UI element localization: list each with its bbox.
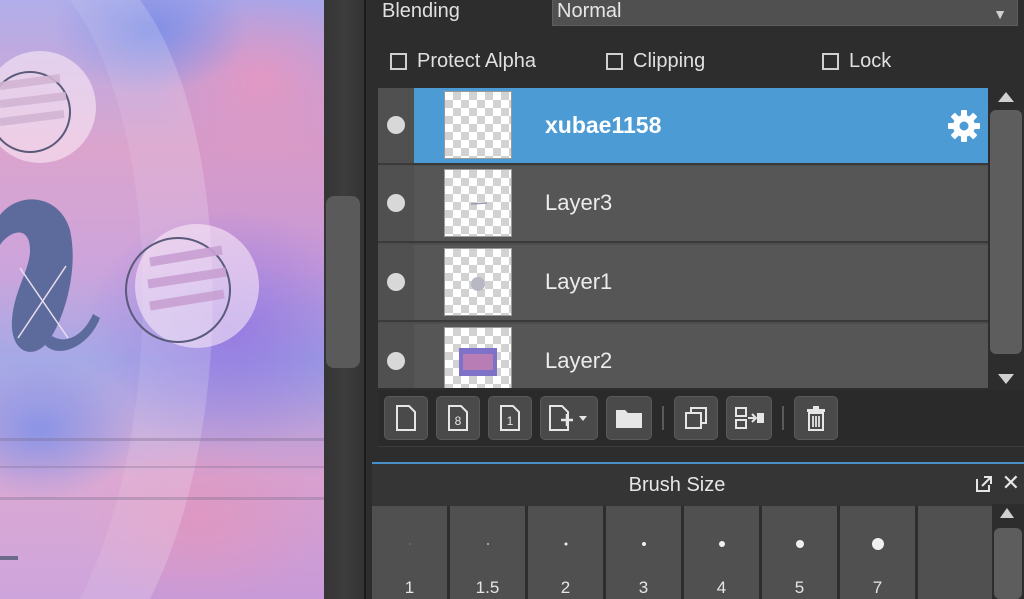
brush-size-title: Brush Size xyxy=(628,474,726,496)
protect-alpha-label: Protect Alpha xyxy=(417,49,536,72)
layer-list-scrollbar[interactable] xyxy=(988,88,1024,388)
brush-size-label: 1 xyxy=(404,578,415,597)
brush-size-label: 4 xyxy=(716,578,727,597)
dropdown-arrow-icon: ▼ xyxy=(993,6,1007,22)
drawing-canvas[interactable] xyxy=(0,0,324,599)
scrollbar-thumb[interactable] xyxy=(990,110,1022,354)
brush-dot xyxy=(564,542,567,546)
visibility-toggle[interactable] xyxy=(378,88,414,163)
blending-label: Blending xyxy=(382,0,460,22)
checkbox-box[interactable] xyxy=(606,52,623,70)
new-folder-button[interactable] xyxy=(606,396,652,440)
blending-mode-value: Normal xyxy=(557,0,622,22)
layer-name: Layer2 xyxy=(545,348,613,373)
new-folder-icon xyxy=(616,410,642,428)
canvas-scrollbar-thumb[interactable] xyxy=(326,196,360,368)
popout-icon[interactable] xyxy=(974,474,994,494)
toolbar-separator xyxy=(662,406,664,430)
layer-toolbar: 8 1 xyxy=(378,390,1024,447)
brush-dot xyxy=(486,543,489,545)
layer-row-layer3[interactable]: Layer3 xyxy=(378,166,988,243)
brush-size-label: 5 xyxy=(794,578,805,597)
brush-dot xyxy=(718,541,725,547)
layer-row-xubae1158[interactable]: xubae1158 xyxy=(378,88,988,165)
thumbnail-image xyxy=(459,348,497,376)
thumbnail-stroke xyxy=(470,202,488,205)
visibility-dot-icon[interactable] xyxy=(387,194,405,212)
visibility-dot-icon[interactable] xyxy=(387,352,405,370)
brush-size-cell[interactable]: 5 xyxy=(762,506,837,599)
clipping-checkbox[interactable]: Clipping xyxy=(606,49,705,73)
brush-grid-scrollbar[interactable] xyxy=(992,504,1024,599)
layer-panel: Blending Normal ▼ Protect Alpha Clipping… xyxy=(366,0,1024,599)
new-layer-icon xyxy=(396,405,416,431)
brush-size-grid: 1 1.5 2 3 4 5 7 xyxy=(372,506,993,599)
delete-layer-button[interactable] xyxy=(794,396,838,440)
new-8bit-layer-icon: 8 xyxy=(448,405,468,431)
thumbnail-dot xyxy=(471,277,485,291)
brush-size-cell[interactable]: 7 xyxy=(840,506,915,599)
brush-size-cell[interactable]: 4 xyxy=(684,506,759,599)
layer-name: xubae1158 xyxy=(545,112,662,138)
brush-dot xyxy=(795,540,804,548)
layer-list: xubae1158 Layer3 Layer1 Layer2 xyxy=(378,88,988,388)
merge-down-icon xyxy=(735,407,764,429)
scrollbar-thumb[interactable] xyxy=(994,528,1022,599)
visibility-toggle[interactable] xyxy=(378,245,414,320)
svg-text:1: 1 xyxy=(507,414,514,428)
layer-thumbnail xyxy=(444,169,512,237)
brush-size-cell[interactable]: 3 xyxy=(606,506,681,599)
merge-down-button[interactable] xyxy=(726,396,772,440)
visibility-dot-icon[interactable] xyxy=(387,273,405,291)
layer-thumbnail xyxy=(444,327,512,388)
layer-row-layer1[interactable]: Layer1 xyxy=(378,245,988,322)
trash-icon xyxy=(807,406,825,431)
brush-size-cell[interactable]: 1.5 xyxy=(450,506,525,599)
new-1bit-layer-button[interactable]: 1 xyxy=(488,396,532,440)
layer-name: Layer1 xyxy=(545,269,613,294)
new-layer-button[interactable] xyxy=(384,396,428,440)
clipping-label: Clipping xyxy=(633,49,706,72)
svg-text:8: 8 xyxy=(455,414,462,428)
lock-label: Lock xyxy=(849,49,892,72)
layer-row-layer2[interactable]: Layer2 xyxy=(378,324,988,388)
brush-dot xyxy=(871,538,884,550)
gear-icon[interactable] xyxy=(946,108,982,144)
canvas-artwork xyxy=(0,0,324,599)
add-layer-menu-icon xyxy=(549,405,587,431)
brush-size-label: 1.5 xyxy=(475,578,500,597)
new-8bit-layer-button[interactable]: 8 xyxy=(436,396,480,440)
close-icon[interactable]: ✕ xyxy=(1002,470,1020,496)
brush-dot xyxy=(409,543,410,545)
scroll-down-arrow-icon[interactable] xyxy=(998,374,1014,384)
scroll-up-arrow-icon[interactable] xyxy=(1000,508,1014,518)
checkbox-box[interactable] xyxy=(822,52,839,70)
visibility-toggle[interactable] xyxy=(378,324,414,388)
brush-size-panel-header: Brush Size ✕ xyxy=(372,462,1024,506)
brush-size-label: 3 xyxy=(638,578,649,597)
brush-size-cell[interactable]: 2 xyxy=(528,506,603,599)
blending-mode-select[interactable]: Normal ▼ xyxy=(552,0,1018,26)
checkbox-box[interactable] xyxy=(390,52,407,70)
add-layer-menu-button[interactable] xyxy=(540,396,598,440)
brush-size-label: 7 xyxy=(872,578,883,597)
toolbar-separator xyxy=(782,406,784,430)
layer-name: Layer3 xyxy=(545,190,613,215)
brush-size-label: 2 xyxy=(560,578,571,597)
brush-dot xyxy=(641,542,646,546)
brush-size-cell[interactable]: 1 xyxy=(372,506,447,599)
layer-thumbnail xyxy=(444,91,512,159)
visibility-dot-icon[interactable] xyxy=(387,116,405,134)
brush-size-cell-empty[interactable] xyxy=(918,506,993,599)
new-1bit-layer-icon: 1 xyxy=(500,405,520,431)
duplicate-layer-button[interactable] xyxy=(674,396,718,440)
protect-alpha-checkbox[interactable]: Protect Alpha xyxy=(390,49,536,73)
duplicate-layer-icon xyxy=(685,407,707,429)
layer-thumbnail xyxy=(444,248,512,316)
scroll-up-arrow-icon[interactable] xyxy=(998,92,1014,102)
visibility-toggle[interactable] xyxy=(378,166,414,241)
lock-checkbox[interactable]: Lock xyxy=(822,49,891,73)
